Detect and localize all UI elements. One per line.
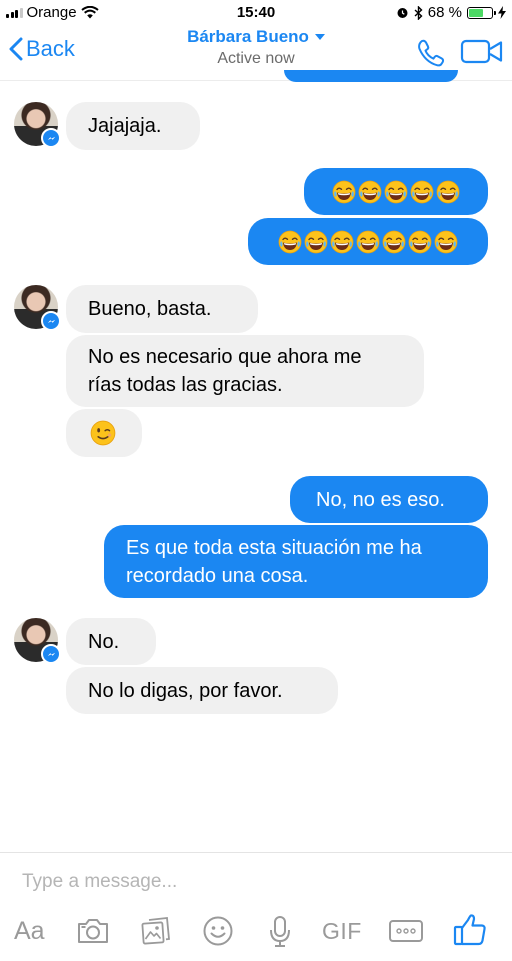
message-text: No, no es eso. bbox=[316, 489, 445, 511]
chevron-down-icon bbox=[314, 34, 325, 40]
message-bubble-incoming[interactable] bbox=[66, 409, 142, 457]
winking-face-emoji-icon bbox=[90, 420, 116, 446]
presence-status: Active now bbox=[217, 50, 295, 67]
message-input[interactable] bbox=[22, 869, 482, 895]
contact-info: Bárbara Bueno Active now bbox=[106, 26, 406, 68]
message-text-line: rías todas las gracias. bbox=[88, 374, 283, 396]
smiley-icon[interactable] bbox=[202, 915, 234, 947]
avatar[interactable] bbox=[14, 618, 61, 664]
message-bubble-outgoing[interactable] bbox=[304, 168, 488, 215]
battery-icon bbox=[467, 6, 496, 19]
back-label: Back bbox=[26, 36, 75, 61]
avatar[interactable] bbox=[14, 102, 61, 148]
status-bar: Orange 15:40 68 % bbox=[0, 0, 512, 26]
face-with-tears-of-joy-emoji-icon bbox=[384, 180, 408, 204]
face-with-tears-of-joy-emoji-icon bbox=[356, 230, 380, 254]
battery-percent: 68 % bbox=[427, 4, 462, 21]
gallery-icon[interactable] bbox=[140, 915, 172, 947]
face-with-tears-of-joy-emoji-icon bbox=[436, 180, 460, 204]
face-with-tears-of-joy-emoji-icon bbox=[408, 230, 432, 254]
message-composer: Aa GIF bbox=[0, 852, 512, 961]
message-text-line: recordado una cosa. bbox=[126, 565, 309, 587]
status-right: 68 % bbox=[396, 4, 506, 21]
message-bubble-incoming[interactable]: No es necesario que ahora me rías todas … bbox=[66, 335, 424, 407]
messenger-badge-icon bbox=[41, 644, 61, 664]
camera-icon[interactable] bbox=[76, 917, 110, 945]
gif-button[interactable]: GIF bbox=[322, 918, 362, 945]
messenger-badge-icon bbox=[41, 128, 61, 148]
message-text: No. bbox=[88, 631, 120, 653]
more-icon[interactable] bbox=[388, 919, 424, 943]
face-with-tears-of-joy-emoji-icon bbox=[358, 180, 382, 204]
messenger-badge-icon bbox=[41, 311, 61, 331]
chevron-left-icon bbox=[9, 37, 23, 61]
message-bubble-incoming[interactable]: Jajajaja. bbox=[66, 102, 200, 150]
face-with-tears-of-joy-emoji-icon bbox=[330, 230, 354, 254]
message-text: Jajajaja. bbox=[88, 115, 162, 137]
laughing-emoji-row bbox=[248, 228, 488, 255]
contact-name-button[interactable]: Bárbara Bueno bbox=[187, 27, 325, 47]
message-bubble-outgoing[interactable]: Es que toda esta situación me ha recorda… bbox=[104, 525, 488, 598]
bluetooth-icon bbox=[414, 5, 423, 20]
message-bubble-incoming[interactable]: No lo digas, por favor. bbox=[66, 667, 338, 714]
contact-name: Bárbara Bueno bbox=[187, 27, 309, 46]
face-with-tears-of-joy-emoji-icon bbox=[278, 230, 302, 254]
message-text-line: Es que toda esta situación me ha bbox=[126, 537, 422, 559]
charging-bolt-icon bbox=[498, 6, 506, 19]
face-with-tears-of-joy-emoji-icon bbox=[434, 230, 458, 254]
microphone-icon[interactable] bbox=[268, 915, 292, 949]
text-format-button[interactable]: Aa bbox=[14, 917, 45, 946]
message-bubble-incoming[interactable]: No. bbox=[66, 618, 156, 665]
alarm-icon bbox=[397, 8, 408, 18]
phone-icon[interactable] bbox=[416, 38, 446, 68]
message-bubble-outgoing[interactable]: No, no es eso. bbox=[290, 476, 488, 523]
message-text: Bueno, basta. bbox=[88, 298, 212, 320]
battery-level-fill bbox=[469, 8, 483, 17]
message-text-line: No es necesario que ahora me bbox=[88, 346, 362, 368]
face-with-tears-of-joy-emoji-icon bbox=[332, 180, 356, 204]
face-with-tears-of-joy-emoji-icon bbox=[304, 230, 328, 254]
avatar[interactable] bbox=[14, 285, 61, 331]
laughing-emoji-row bbox=[304, 178, 488, 205]
message-text: No lo digas, por favor. bbox=[88, 680, 283, 702]
thumbs-up-icon[interactable] bbox=[452, 913, 488, 947]
back-button[interactable]: Back bbox=[8, 36, 75, 62]
message-bubble-outgoing-previous[interactable] bbox=[284, 70, 458, 82]
video-camera-icon[interactable] bbox=[460, 38, 504, 66]
message-bubble-incoming[interactable]: Bueno, basta. bbox=[66, 285, 258, 333]
face-with-tears-of-joy-emoji-icon bbox=[410, 180, 434, 204]
message-bubble-outgoing[interactable] bbox=[248, 218, 488, 265]
face-with-tears-of-joy-emoji-icon bbox=[382, 230, 406, 254]
